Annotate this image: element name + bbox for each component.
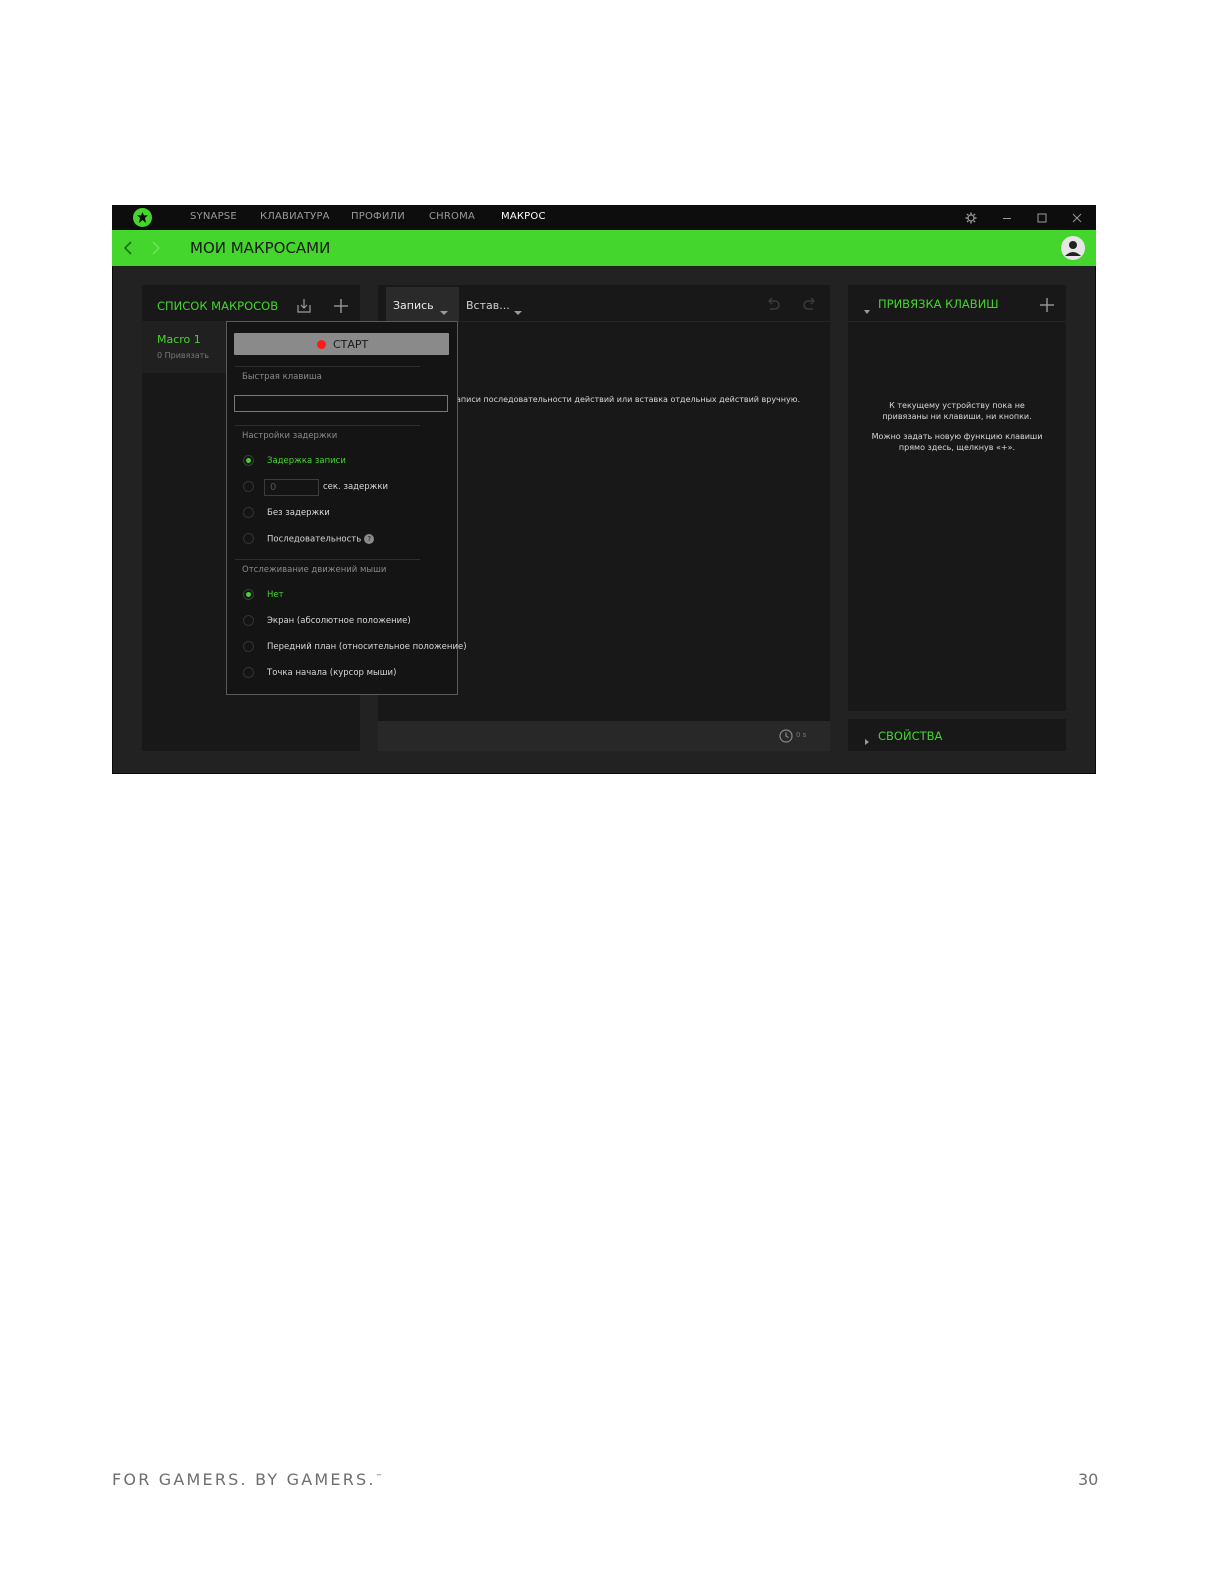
page-number: 30 [1078,1470,1099,1489]
footer-tagline: FOR GAMERS. BY GAMERS.™ [112,1470,382,1489]
radio-record-delay[interactable] [243,455,254,466]
option-mouse-none: Нет [267,590,284,600]
properties-panel[interactable]: СВОЙСТВА [848,719,1066,751]
razer-logo-icon[interactable] [133,208,152,227]
start-record-button[interactable]: СТАРТ [234,333,449,355]
macro-duration: 0 s [796,731,807,739]
record-tab[interactable]: Запись [386,287,459,321]
option-sequence-row: Последовательность? [267,534,375,545]
key-binding-panel: ПРИВЯЗКА КЛАВИШ К текущему устройству по… [848,285,1066,711]
radio-mouse-none[interactable] [243,589,254,600]
macro-list-header: СПИСОК МАКРОСОВ [142,285,360,322]
radio-fixed-delay[interactable] [243,481,254,492]
record-tab-label: Запись [393,299,434,312]
tab-keyboard[interactable]: КЛАВИАТУРА [260,211,330,222]
page-title: МОИ МАКРОСАМИ [190,239,331,257]
properties-title: СВОЙСТВА [878,729,943,743]
trademark: ™ [375,1473,382,1481]
radio-sequence[interactable] [243,533,254,544]
editor-footer: 0 s [378,721,830,751]
maximize-icon[interactable] [1035,210,1049,224]
gear-icon[interactable] [964,210,978,224]
tab-chroma[interactable]: CHROMA [429,211,475,222]
minimize-icon[interactable] [1000,210,1014,224]
radio-mouse-absolute[interactable] [243,615,254,626]
clock-icon [779,728,793,743]
hotkey-input[interactable] [234,395,448,412]
record-options-popup: СТАРТ Быстрая клавиша Настройки задержки… [226,321,467,695]
radio-mouse-cursor[interactable] [243,667,254,678]
import-icon[interactable] [296,298,312,314]
mouse-tracking-label: Отслеживание движений мыши [242,565,387,575]
close-icon[interactable] [1070,210,1084,224]
empty-binding-line2: Можно задать новую функцию клавиши прямо… [871,432,1043,452]
empty-binding-line1: К текущему устройству пока не привязаны … [882,401,1032,421]
forward-arrow-icon[interactable] [150,239,162,257]
divider [235,559,420,560]
start-label: СТАРТ [333,338,369,351]
radio-no-delay[interactable] [243,507,254,518]
user-avatar-icon[interactable] [1061,236,1085,260]
option-mouse-relative: Передний план (относительное положение) [267,642,467,652]
divider [235,425,420,426]
option-no-delay: Без задержки [267,508,330,518]
option-sequence: Последовательность [267,534,362,545]
help-icon[interactable]: ? [364,534,375,544]
chevron-down-icon [439,302,449,315]
triangle-down-icon [863,301,871,314]
page-header: МОИ МАКРОСАМИ [112,230,1096,266]
editor-hint-text: аписи последовательности действий или вс… [456,395,801,404]
editor-toolbar: Запись Встав... [378,285,830,322]
record-dot-icon [317,340,326,349]
back-arrow-icon[interactable] [122,239,134,257]
redo-icon[interactable] [801,295,819,313]
insert-tab-label: Встав... [466,299,510,312]
undo-icon[interactable] [764,295,782,313]
footer-tagline-text: FOR GAMERS. BY GAMERS. [112,1470,376,1489]
macro-list-title: СПИСОК МАКРОСОВ [157,299,279,313]
option-fixed-delay: сек. задержки [323,482,388,492]
option-mouse-cursor: Точка начала (курсор мыши) [267,668,397,678]
hotkey-label: Быстрая клавиша [242,372,322,382]
option-mouse-absolute: Экран (абсолютное положение) [267,616,411,626]
chevron-down-icon [513,302,523,315]
divider [235,366,420,367]
key-binding-title: ПРИВЯЗКА КЛАВИШ [878,297,999,311]
insert-tab[interactable]: Встав... [459,287,529,321]
macro-name: Macro 1 [157,333,201,346]
add-macro-icon[interactable] [333,298,349,314]
key-binding-header[interactable]: ПРИВЯЗКА КЛАВИШ [848,285,1066,322]
synapse-window: SYNAPSE КЛАВИАТУРА ПРОФИЛИ CHROMA МАКРОС [112,205,1096,774]
delay-settings-label: Настройки задержки [242,431,338,441]
tab-synapse[interactable]: SYNAPSE [190,211,237,222]
add-binding-icon[interactable] [1039,297,1055,313]
macro-binding-count: 0 Привязать [157,351,209,360]
tab-macro[interactable]: МАКРОС [501,211,546,222]
radio-mouse-relative[interactable] [243,641,254,652]
option-record-delay: Задержка записи [267,456,346,466]
tab-profiles[interactable]: ПРОФИЛИ [351,211,405,222]
triangle-right-icon [863,731,871,745]
top-nav-bar: SYNAPSE КЛАВИАТУРА ПРОФИЛИ CHROMA МАКРОС [112,205,1096,230]
delay-seconds-input[interactable]: 0 [264,479,319,496]
